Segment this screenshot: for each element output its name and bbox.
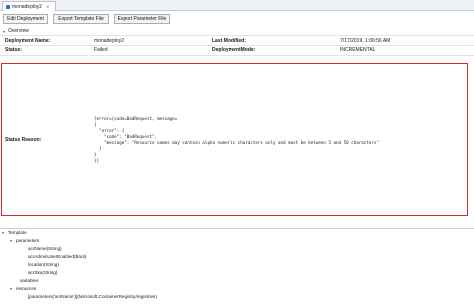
tree-node-template[interactable]: ▾ Template	[2, 230, 27, 235]
tree-node-parameters[interactable]: ▾ parameters	[10, 238, 39, 243]
editor-tab-bar: monadeploy2 ✕	[0, 0, 474, 11]
edit-deployment-button[interactable]: Edit Deployment	[3, 14, 48, 24]
divider	[0, 35, 474, 36]
status-reason-message: [error={code=BadRequest, message= { "err…	[94, 116, 379, 163]
tree-node-label: acrSku(String)	[28, 270, 58, 275]
tree-node-label: acrName(String)	[28, 246, 62, 251]
last-modified-value: 7/17/2019, 1:06:56 AM	[340, 38, 391, 44]
tree-node-resource[interactable]: [parameters('acrName')](Microsoft.Contai…	[28, 294, 157, 299]
overview-section-header[interactable]: ▾ Overview	[3, 28, 29, 34]
tree-node-label: resources	[16, 286, 37, 291]
tree-divider	[0, 228, 474, 229]
status-reason-label: Status Reason:	[5, 137, 42, 143]
chevron-down-icon[interactable]: ▾	[10, 286, 14, 291]
status-label: Status:	[5, 47, 22, 53]
tree-node-label: parameters	[16, 238, 40, 243]
overview-title: Overview	[8, 28, 29, 34]
deployment-name-value: monadeploy2	[94, 38, 125, 44]
export-template-button[interactable]: Export Template File	[53, 14, 109, 24]
toolbar: Edit Deployment Export Template File Exp…	[0, 13, 474, 25]
chevron-down-icon: ▾	[3, 28, 6, 34]
tree-node-parameter[interactable]: acrSku(String)	[28, 270, 57, 275]
divider	[0, 45, 474, 46]
tree-node-label: [parameters('acrName')](Microsoft.Contai…	[28, 294, 157, 299]
tree-node-resources[interactable]: ▾ resources	[10, 286, 36, 291]
chevron-down-icon[interactable]: ▾	[10, 238, 14, 243]
deployment-name-label: Deployment Name:	[5, 38, 51, 44]
tree-node-parameter[interactable]: acrName(String)	[28, 246, 62, 251]
deployment-icon	[6, 4, 10, 9]
tree-node-variables[interactable]: variables	[20, 278, 38, 283]
chevron-down-icon[interactable]: ▾	[2, 230, 6, 235]
tree-node-label: Template	[8, 230, 27, 235]
tab-label: monadeploy2	[12, 3, 43, 10]
tree-node-label: acrAdminUserEnabled(Bool)	[28, 254, 87, 259]
status-value: Failed	[94, 47, 108, 53]
deployment-mode-label: DeploymentMode:	[212, 47, 256, 53]
deployment-mode-value: INCREMENTAL	[340, 47, 376, 53]
tree-node-label: variables	[20, 278, 39, 283]
tree-node-parameter[interactable]: location(String)	[28, 262, 59, 267]
tree-node-parameter[interactable]: acrAdminUserEnabled(Bool)	[28, 254, 86, 259]
tab-monadeploy2[interactable]: monadeploy2 ✕	[2, 1, 57, 11]
last-modified-label: Last Modified:	[212, 38, 246, 44]
close-icon[interactable]: ✕	[46, 4, 49, 9]
export-parameter-button[interactable]: Export Parameter File	[114, 14, 170, 24]
tree-node-label: location(String)	[28, 262, 59, 267]
divider	[0, 55, 474, 56]
